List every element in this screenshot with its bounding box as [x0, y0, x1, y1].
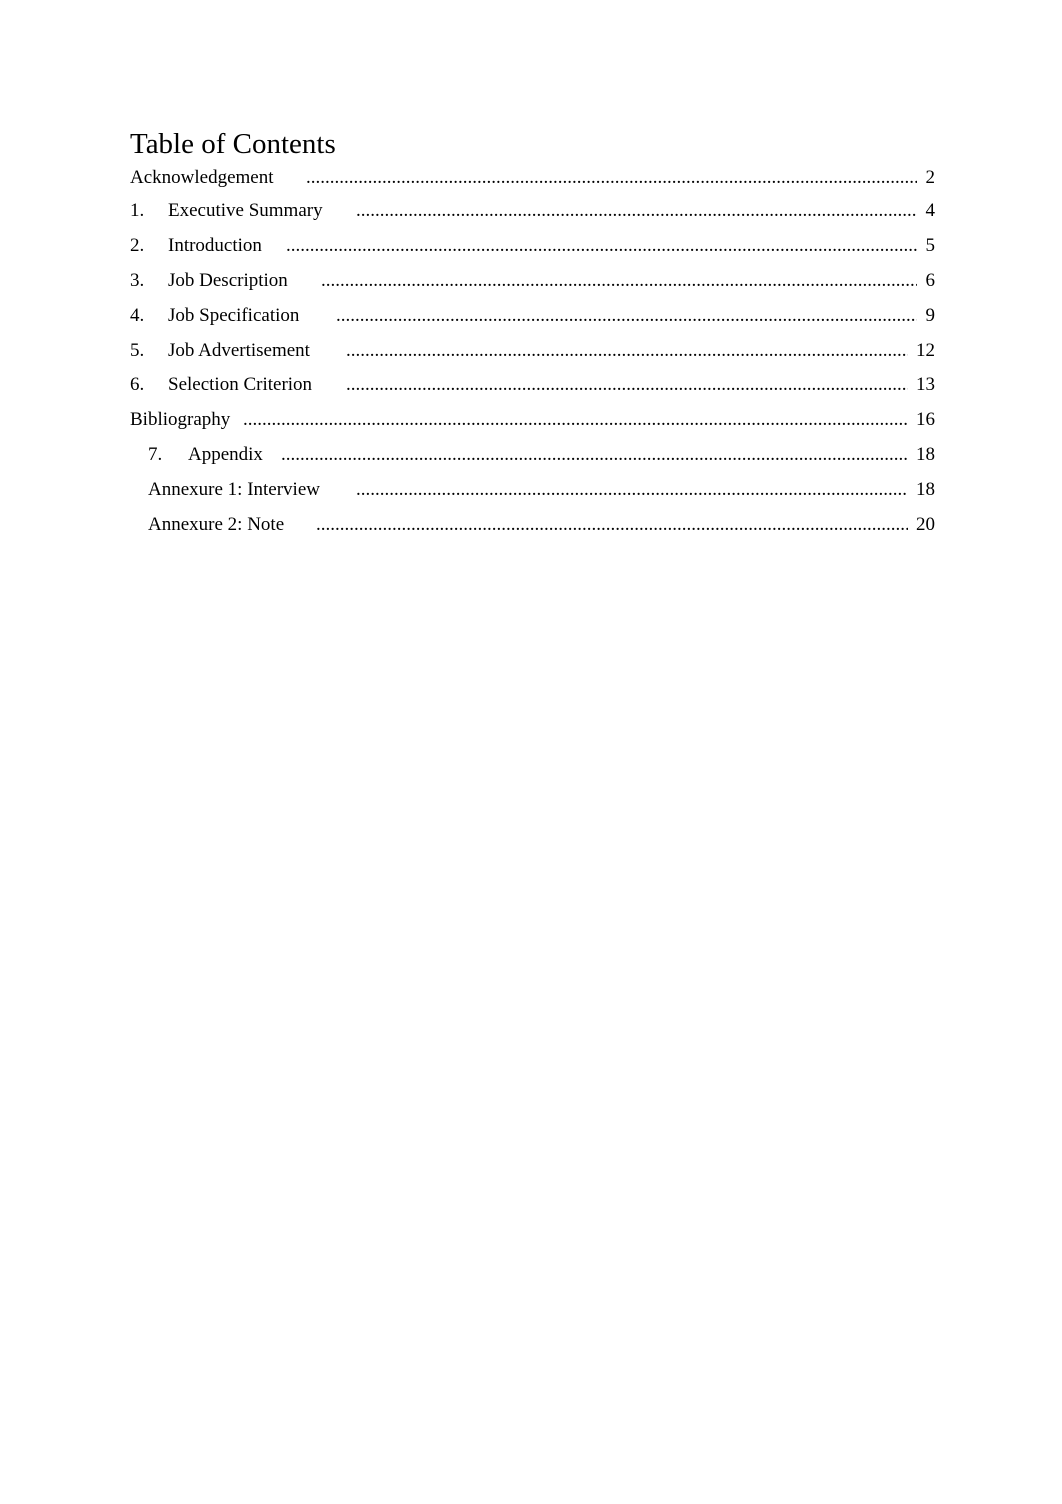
toc-entry-label: Job Advertisement	[168, 340, 310, 361]
toc-entry-bibliography[interactable]: Bibliography ...........................…	[130, 408, 935, 432]
toc-leader-dots: ........................................…	[346, 340, 908, 361]
toc-page-number: 18	[916, 444, 935, 465]
toc-entry-number: 1.	[130, 200, 145, 221]
toc-entry-number: 3.	[130, 270, 145, 291]
toc-leader-dots: ........................................…	[321, 270, 917, 291]
toc-entry-label: Annexure 1: Interview	[148, 479, 320, 500]
toc-entry-number: 6.	[130, 374, 145, 395]
toc-entry-number: 2.	[130, 235, 145, 256]
document-page: Table of Contents Acknowledgement ......…	[0, 0, 1062, 1504]
toc-leader-dots: ........................................…	[356, 479, 908, 500]
toc-entry-acknowledgement[interactable]: Acknowledgement ........................…	[130, 166, 935, 190]
toc-page-number: 16	[916, 409, 935, 430]
toc-entry-label: Job Description	[168, 270, 288, 291]
toc-leader-dots: ........................................…	[243, 409, 908, 430]
toc-leader-dots: ........................................…	[336, 305, 917, 326]
toc-entry-number: 4.	[130, 305, 145, 326]
toc-leader-dots: ........................................…	[356, 200, 917, 221]
toc-entry-label: Bibliography	[130, 409, 231, 430]
toc-entry-appendix[interactable]: 7. Appendix ............................…	[148, 443, 935, 467]
toc-entry-executive-summary[interactable]: 1. Executive Summary ...................…	[130, 199, 935, 223]
toc-entry-number: 5.	[130, 340, 145, 361]
toc-page-number: 6	[925, 270, 936, 291]
toc-entry-job-description[interactable]: 3. Job Description .....................…	[130, 269, 935, 293]
toc-leader-dots: ........................................…	[316, 514, 908, 535]
toc-entry-job-specification[interactable]: 4. Job Specification ...................…	[130, 304, 935, 328]
toc-page-number: 5	[925, 235, 936, 256]
toc-entry-label: Appendix	[188, 444, 263, 465]
toc-page-number: 13	[916, 374, 935, 395]
toc-leader-dots: ........................................…	[281, 444, 908, 465]
toc-page-number: 4	[925, 200, 936, 221]
toc-entry-number: 7.	[148, 444, 163, 465]
toc-entry-label: Annexure 2: Note	[148, 514, 285, 535]
toc-entry-annexure-2[interactable]: Annexure 2: Note .......................…	[148, 513, 935, 537]
toc-title: Table of Contents	[130, 128, 336, 160]
toc-page-number: 9	[925, 305, 936, 326]
toc-entry-introduction[interactable]: 2. Introduction ........................…	[130, 234, 935, 258]
toc-entry-job-advertisement[interactable]: 5. Job Advertisement ...................…	[130, 339, 935, 363]
toc-entry-label: Acknowledgement	[130, 167, 274, 188]
toc-leader-dots: ........................................…	[286, 235, 917, 256]
toc-page-number: 20	[916, 514, 935, 535]
toc-entry-label: Job Specification	[168, 305, 300, 326]
toc-entry-selection-criterion[interactable]: 6. Selection Criterion .................…	[130, 373, 935, 397]
toc-leader-dots: ........................................…	[306, 167, 917, 188]
toc-page-number: 18	[916, 479, 935, 500]
toc-page-number: 12	[916, 340, 935, 361]
toc-entry-label: Introduction	[168, 235, 262, 256]
toc-entry-label: Executive Summary	[168, 200, 323, 221]
toc-entry-annexure-1[interactable]: Annexure 1: Interview ..................…	[148, 478, 935, 502]
toc-leader-dots: ........................................…	[346, 374, 908, 395]
toc-page-number: 2	[925, 167, 936, 188]
toc-entry-label: Selection Criterion	[168, 374, 313, 395]
